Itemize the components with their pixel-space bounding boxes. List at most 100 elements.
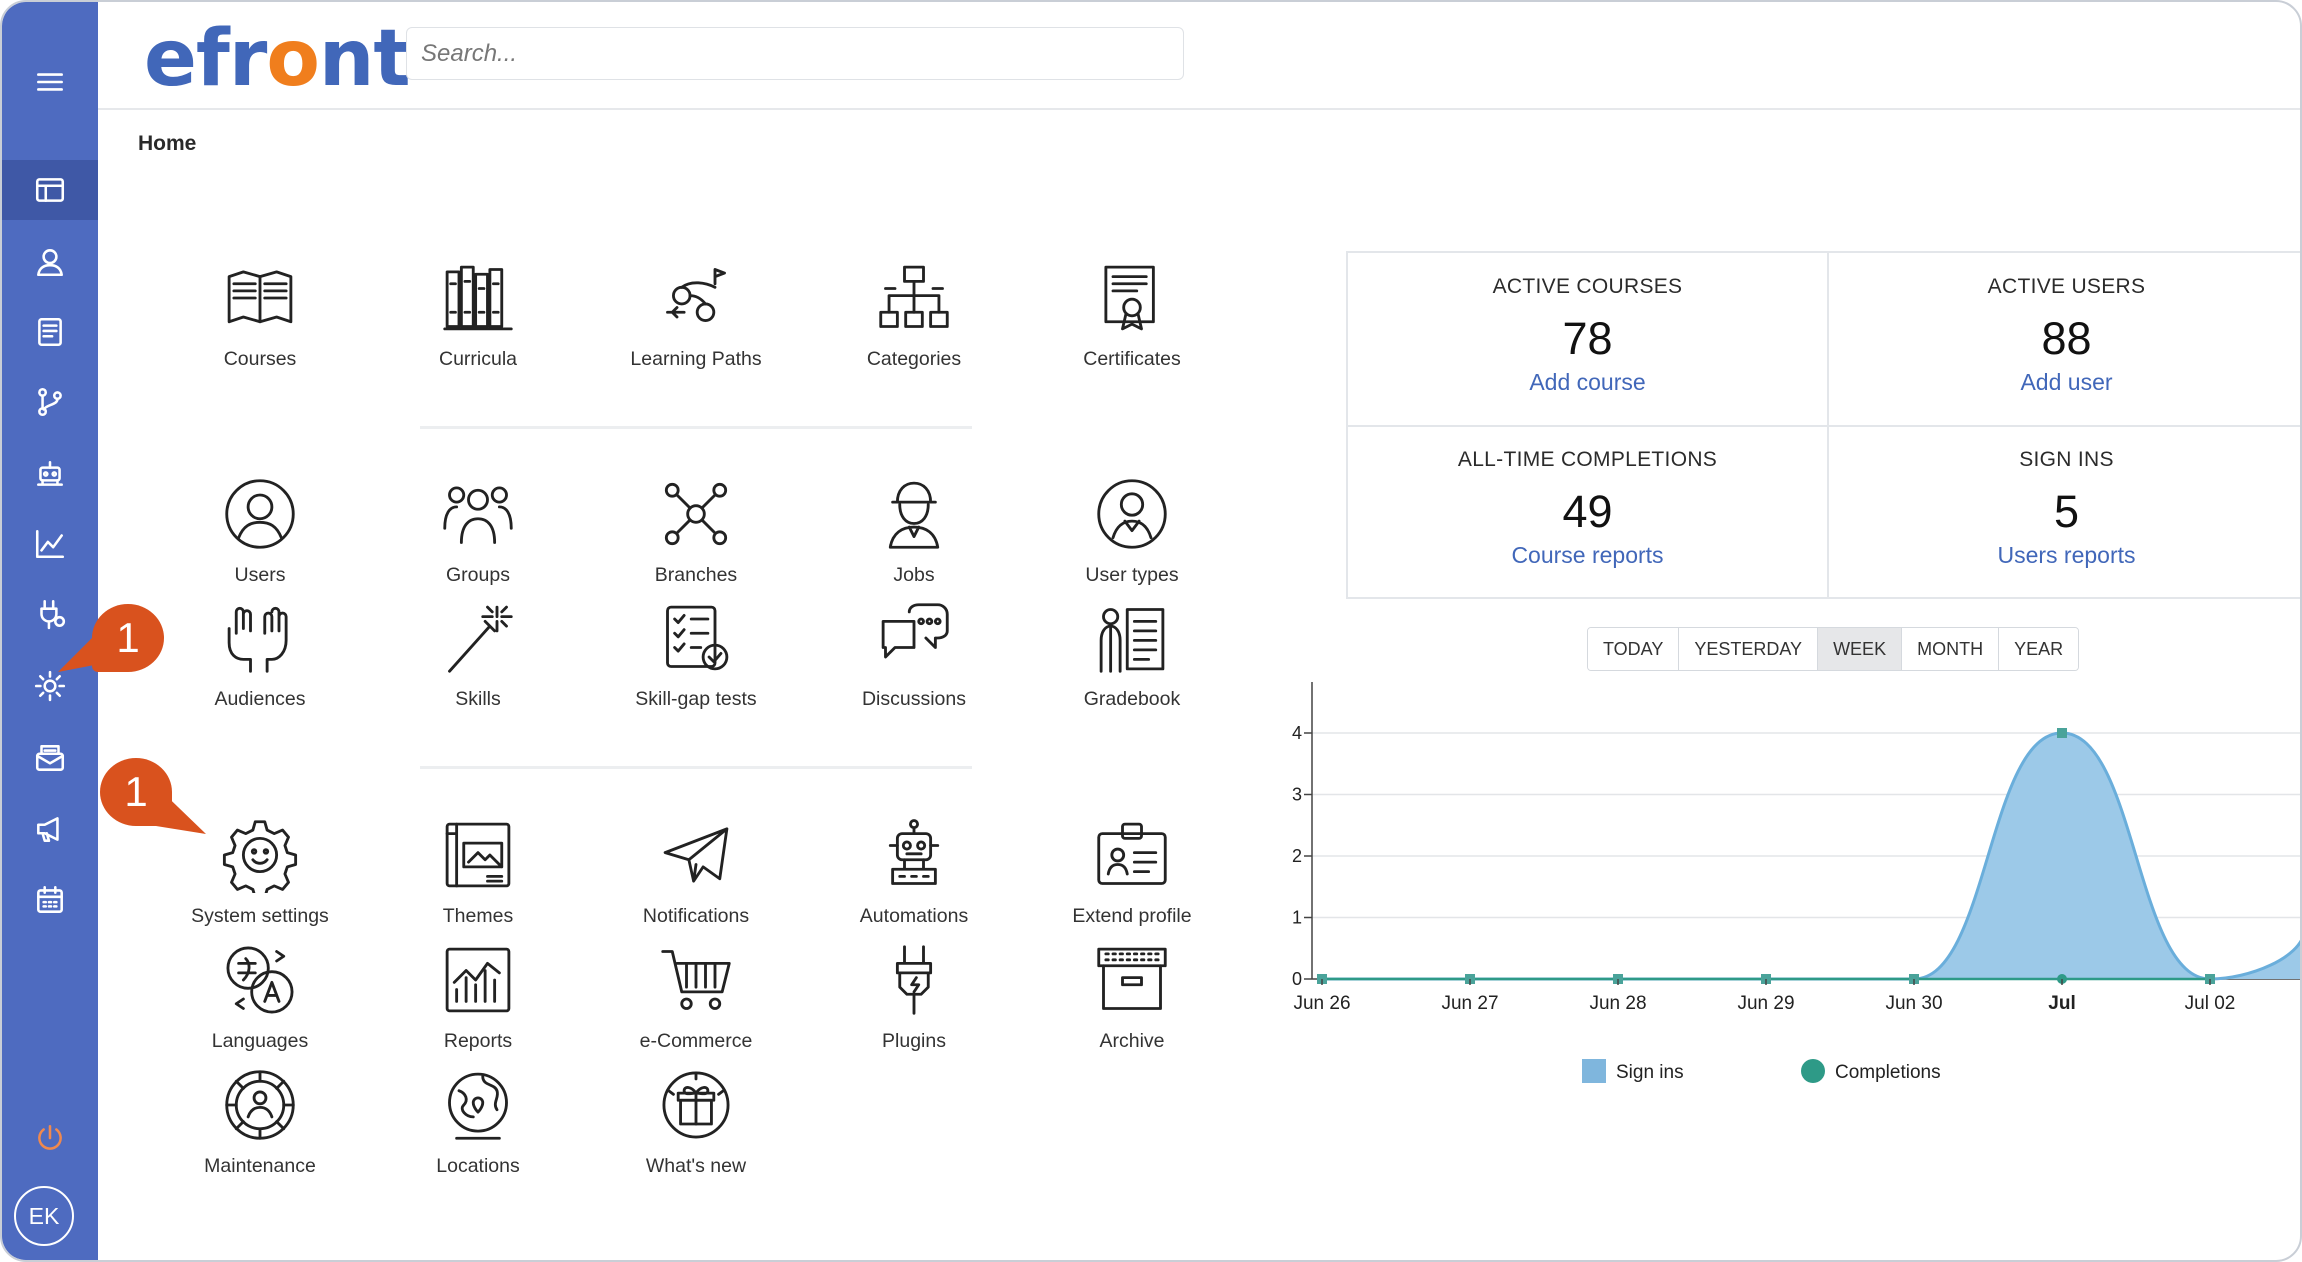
header-divider [98,108,2300,110]
tile-discussions[interactable]: Discussions [805,600,1023,711]
menu-icon[interactable] [2,52,98,112]
jobs-icon [888,481,940,549]
tile-curricula[interactable]: Curricula [369,260,587,371]
tile-groups[interactable]: Groups [369,476,587,587]
period-tabs: TODAY YESTERDAY WEEK MONTH YEAR [1587,627,2080,671]
tile-users[interactable]: Users [151,476,369,587]
x-tick-label: Jun 30 [1885,993,1942,1014]
tile-e-commerce[interactable]: e-Commerce [587,942,805,1053]
reports-icon[interactable] [2,514,98,574]
search-input[interactable] [406,27,1184,80]
x-tick-label: Jul 02 [2185,993,2236,1014]
tile-extend-profile[interactable]: Extend profile [1023,817,1241,928]
tab-month[interactable]: MONTH [1902,628,2000,670]
y-tick-label: 3 [1292,785,1302,805]
callout-pointer [150,780,206,834]
maintenance-icon [225,1070,295,1140]
legend-swatch-completions [1801,1059,1825,1083]
tile-label: Branches [654,564,738,586]
y-tick-label: 4 [1292,723,1302,743]
tile-learning-paths[interactable]: Learning Paths [587,260,805,371]
tile-whats-new[interactable]: What's new [587,1067,805,1178]
tile-locations[interactable]: Locations [369,1067,587,1178]
activity-chart: 012345Jun 26Jun 27Jun 28Jun 29Jun 30JulJ… [1292,682,2300,1083]
x-tick-label: Jun 28 [1589,993,1646,1014]
messages-icon[interactable] [2,728,98,788]
x-tick-label: Jun 26 [1293,993,1350,1014]
stat-sign-ins: SIGN INS 5 Users reports [1827,426,2300,599]
tile-label: Gradebook [1083,688,1181,710]
tile-gradebook[interactable]: Gradebook [1023,600,1241,711]
add-course-link[interactable]: Add course [1348,369,1827,396]
tile-categories[interactable]: Categories [805,260,1023,371]
tab-week[interactable]: WEEK [1818,628,1903,670]
tile-label: Skill-gap tests [635,688,757,710]
tab-today[interactable]: TODAY [1588,628,1680,670]
tile-plugins[interactable]: Plugins [805,942,1023,1053]
tile-jobs[interactable]: Jobs [805,476,1023,587]
languages-icon [226,946,294,1014]
tab-yesterday[interactable]: YESTERDAY [1679,628,1819,670]
x-tick-label: Jun 29 [1737,993,1794,1014]
audiences-icon [227,606,288,673]
tile-label: Curricula [438,348,518,370]
legend-swatch-sign-ins [1582,1059,1606,1083]
tile-notifications[interactable]: Notifications [587,817,805,928]
tile-certificates[interactable]: Certificates [1023,260,1241,371]
announcements-icon[interactable] [2,799,98,859]
tile-label: Extend profile [1072,905,1192,927]
tile-archive[interactable]: Archive [1023,942,1241,1053]
y-tick-label: 1 [1292,908,1302,928]
stat-value: 5 [2053,486,2080,537]
tile-courses[interactable]: Courses [151,260,369,371]
automations-icon[interactable] [2,444,98,504]
tile-skill-gap-tests[interactable]: Skill-gap tests [587,600,805,711]
tile-skills[interactable]: Skills [369,600,587,711]
tile-reports[interactable]: Reports [369,942,587,1053]
add-user-link[interactable]: Add user [1827,369,2300,396]
tile-themes[interactable]: Themes [369,817,587,928]
app-window: EK efront Home Courses Curricula Learnin… [0,0,2302,1262]
tile-label: Reports [443,1030,513,1052]
tab-year[interactable]: YEAR [1999,628,2079,670]
stat-value: 88 [2041,313,2092,364]
calendar-icon[interactable] [2,870,98,930]
avatar[interactable]: EK [14,1186,74,1246]
stat-all-time-completions: ALL-TIME COMPLETIONS 49 Course reports [1348,426,1827,599]
user-types-icon [1097,479,1167,549]
tile-languages[interactable]: Languages [151,942,369,1053]
users-reports-link[interactable]: Users reports [1827,542,2300,569]
stat-title: SIGN INS [2019,448,2114,471]
tile-label: Notifications [642,905,750,927]
stat-active-courses: ACTIVE COURSES 78 Add course [1348,253,1827,426]
tile-user-types[interactable]: User types [1023,476,1241,587]
tile-label: Audiences [214,688,306,710]
efront-logo[interactable]: efront [144,14,411,104]
stats-panel: ACTIVE COURSES 78 Add course ACTIVE USER… [1346,251,2300,599]
system-settings-icon [222,820,298,893]
breadcrumb[interactable]: Home [138,132,196,156]
tile-branches[interactable]: Branches [587,476,805,587]
section-divider [420,766,972,769]
tile-label: System settings [191,905,329,927]
stat-value: 49 [1562,486,1613,537]
x-tick-label: Jul [2048,993,2075,1014]
notifications-icon [663,827,729,883]
discussions-icon [881,603,949,659]
tile-automations[interactable]: Automations [805,817,1023,928]
callout-number: 1 [124,768,148,815]
callout-number: 1 [116,614,140,661]
courses-icon [227,270,293,324]
tile-label: Skills [455,688,501,710]
branches-icon[interactable] [2,372,98,432]
dashboard-icon[interactable] [2,160,98,220]
tile-audiences[interactable]: Audiences [151,600,369,711]
stat-active-users: ACTIVE USERS 88 Add user [1827,253,2300,426]
tile-label: Courses [223,348,297,370]
tile-maintenance[interactable]: Maintenance [151,1067,369,1178]
power-icon[interactable] [2,1108,98,1168]
tile-label: Maintenance [204,1155,316,1177]
course-reports-link[interactable]: Course reports [1348,542,1827,569]
courses-icon[interactable] [2,302,98,362]
user-icon[interactable] [2,232,98,292]
